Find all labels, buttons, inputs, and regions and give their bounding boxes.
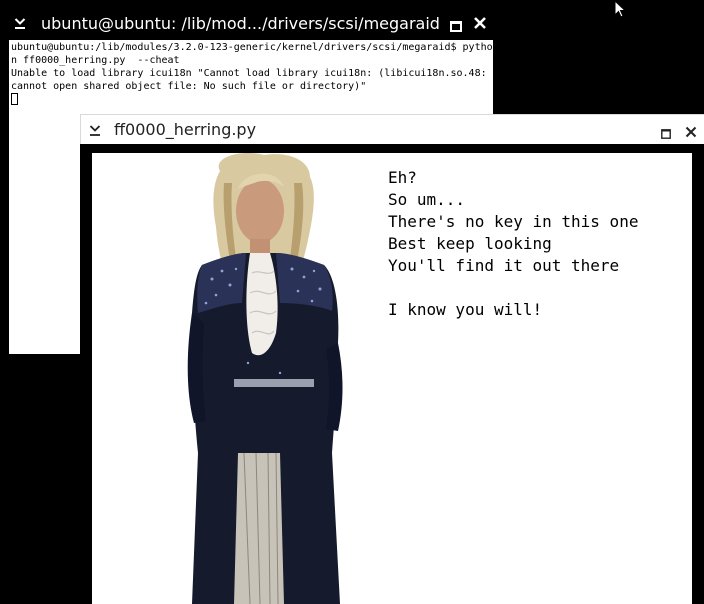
message-line: You'll find it out there: [388, 256, 620, 275]
app-canvas: Eh? So um... There's no key in this one Bes…: [92, 153, 692, 604]
app-title: ff0000_herring.py: [114, 120, 257, 139]
figure-image: [187, 153, 343, 604]
terminal-close-icon[interactable]: [473, 15, 487, 29]
terminal-title: ubuntu@ubuntu: /lib/mod.../drivers/scsi/…: [41, 14, 440, 33]
mouse-pointer-icon: [614, 0, 627, 22]
message-text: Eh? So um... There's no key in this one Bes…: [388, 167, 638, 321]
message-line: ​: [388, 277, 638, 299]
terminal-maximize-icon[interactable]: [450, 17, 462, 32]
app-maximize-icon[interactable]: [661, 124, 671, 139]
terminal-line: Unable to load library icui18n "Cannot l…: [11, 68, 487, 79]
terminal-minimize-icon[interactable]: [14, 16, 26, 30]
message-line: Eh?: [388, 168, 417, 187]
app-minimize-icon[interactable]: [89, 123, 101, 137]
desktop-background: [9, 354, 81, 604]
terminal-line: cannot open shared object file: No such …: [11, 81, 367, 92]
message-line: There's no key in this one: [388, 212, 639, 231]
message-line: I know you will!: [388, 300, 543, 319]
terminal-titlebar[interactable]: ubuntu@ubuntu: /lib/mod.../drivers/scsi/…: [0, 6, 704, 40]
terminal-text: ubuntu@ubuntu:/lib/modules/3.2.0-123-gen…: [11, 41, 493, 108]
terminal-cursor: [11, 93, 18, 105]
terminal-line: ubuntu@ubuntu:/lib/modules/3.2.0-123-gen…: [11, 42, 493, 53]
app-titlebar[interactable]: ff0000_herring.py: [80, 114, 704, 144]
app-window[interactable]: ff0000_herring.py Eh? So um... There's n…: [80, 114, 704, 604]
message-line: Best keep looking: [388, 234, 552, 253]
message-line: So um...: [388, 190, 466, 209]
app-close-icon[interactable]: [685, 123, 697, 138]
terminal-line: n ff0000_herring.py --cheat: [11, 55, 180, 66]
